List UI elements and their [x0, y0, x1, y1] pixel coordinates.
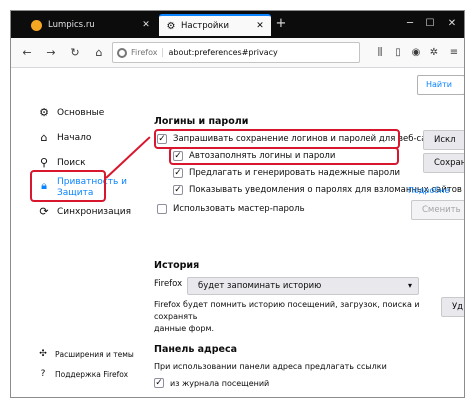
navigation-bar: ← → ↻ ⌂ Firefox about:preferences#privac…	[11, 38, 464, 68]
exceptions-button[interactable]: Искл	[423, 130, 464, 150]
back-icon[interactable]: ←	[19, 45, 35, 61]
search-icon: ⚲	[39, 156, 49, 169]
addressbar-section-title: Панель адреса	[154, 344, 238, 355]
sidebar-item-label: Поддержка Firefox	[55, 369, 129, 379]
sidebar-item-home[interactable]: ⌂ Начало	[37, 131, 92, 144]
sidebar-item-label: Начало	[57, 132, 92, 143]
breach-checkbox[interactable]: ✓	[173, 185, 183, 195]
sidebar-item-sync[interactable]: ⟳ Синхронизация	[37, 205, 131, 218]
tab-label: Настройки	[181, 21, 230, 31]
tab-label: Lumpics.ru	[48, 20, 95, 30]
account-icon[interactable]: ◉	[409, 45, 423, 61]
master-password-label: Использовать мастер-пароль	[173, 204, 305, 214]
history-mode-select[interactable]: будет запоминать историю ▾	[187, 277, 419, 295]
gear-icon: ⚙	[39, 106, 49, 119]
close-tab-icon[interactable]: ✕	[141, 20, 151, 30]
suggest-checkbox[interactable]: ✓	[173, 168, 183, 178]
history-mode-value: будет запоминать историю	[198, 281, 322, 291]
change-master-password-button[interactable]: Сменить м	[411, 200, 464, 220]
sidebar-item-label: Расширения и темы	[55, 349, 134, 359]
ask-save-highlight-box	[154, 129, 400, 149]
saved-logins-button[interactable]: Сохран	[423, 153, 464, 173]
sidebar-item-general[interactable]: ⚙ Основные	[37, 106, 104, 119]
autofill-highlight-box	[169, 147, 399, 165]
sidebar-item-addons[interactable]: ✣ Расширения и темы	[37, 349, 134, 359]
learn-more-link[interactable]: Подробне	[408, 186, 450, 195]
preferences-page: Найти ⚙ Основные ⌂ Начало ⚲ Поиск 🔒︎ При…	[11, 69, 464, 397]
master-password-checkbox[interactable]	[157, 204, 167, 214]
home-icon[interactable]: ⌂	[91, 45, 107, 61]
tab-bar: Lumpics.ru ✕ ⚙ Настройки ✕ + ─ ☐ ✕	[11, 11, 464, 38]
tab-settings[interactable]: ⚙ Настройки ✕	[159, 14, 271, 36]
suggest-passwords-option[interactable]: ✓ Предлагать и генерировать надежные пар…	[173, 168, 400, 178]
addressbar-history-label: из журнала посещений	[170, 378, 270, 388]
browser-window: Lumpics.ru ✕ ⚙ Настройки ✕ + ─ ☐ ✕ ← → ↻…	[10, 10, 465, 398]
suggest-label: Предлагать и генерировать надежные парол…	[189, 168, 401, 178]
new-tab-icon[interactable]: +	[273, 14, 289, 34]
tab-lumpics[interactable]: Lumpics.ru ✕	[25, 14, 157, 36]
sync-icon: ⟳	[39, 205, 49, 218]
minimize-icon[interactable]: ─	[401, 14, 419, 34]
library-icon[interactable]: ⫼	[373, 45, 387, 61]
history-description: Firefox будет помнить историю посещений,…	[154, 299, 444, 335]
chevron-down-icon: ▾	[407, 281, 412, 290]
home-icon: ⌂	[40, 131, 48, 144]
privacy-highlight-box	[30, 170, 106, 202]
forward-icon[interactable]: →	[43, 45, 59, 61]
puzzle-icon: ✣	[39, 349, 47, 359]
close-tab-icon[interactable]: ✕	[255, 21, 265, 31]
addressbar-history-option[interactable]: ✓ из журнала посещений	[154, 378, 269, 388]
clear-history-button[interactable]: Уд	[441, 297, 464, 317]
history-description-line: данные форм.	[154, 324, 215, 333]
gear-icon: ⚙	[166, 20, 176, 32]
extensions-icon[interactable]: ✲	[427, 45, 441, 61]
sidebar-item-search[interactable]: ⚲ Поиск	[37, 156, 86, 169]
annotation-arrow-line	[105, 136, 151, 179]
url-identity: Firefox	[131, 48, 164, 57]
firefox-icon	[117, 47, 127, 58]
sidebar-item-label: Поиск	[57, 157, 86, 168]
preferences-search-input[interactable]: Найти	[417, 75, 464, 95]
history-section-title: История	[154, 260, 200, 271]
url-bar[interactable]: Firefox about:preferences#privacy	[112, 42, 360, 63]
sidebar-item-label: Основные	[57, 107, 105, 118]
reload-icon[interactable]: ↻	[67, 45, 83, 61]
history-description-line: Firefox будет помнить историю посещений,…	[154, 300, 420, 321]
help-icon: ?	[40, 369, 46, 379]
lumpics-favicon-icon	[31, 19, 42, 31]
history-firefox-label: Firefox	[154, 279, 183, 289]
master-password-option[interactable]: Использовать мастер-пароль	[157, 204, 305, 214]
menu-icon[interactable]: ≡	[447, 45, 461, 61]
sidebar-item-label: Синхронизация	[57, 206, 131, 217]
sidebar-toggle-icon[interactable]: ▯	[391, 45, 405, 61]
addressbar-description: При использовании панели адреса предлага…	[154, 362, 387, 371]
addressbar-history-checkbox[interactable]: ✓	[154, 378, 164, 388]
search-placeholder: Найти	[426, 80, 452, 89]
maximize-icon[interactable]: ☐	[421, 14, 439, 34]
logins-section-title: Логины и пароли	[154, 116, 249, 127]
sidebar-item-support[interactable]: ? Поддержка Firefox	[37, 369, 128, 379]
url-text[interactable]: about:preferences#privacy	[168, 48, 277, 57]
close-window-icon[interactable]: ✕	[443, 14, 461, 34]
